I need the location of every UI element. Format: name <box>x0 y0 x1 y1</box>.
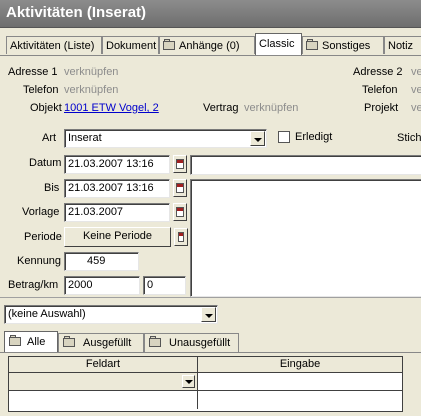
adresse1-label: Adresse 1 <box>8 66 58 78</box>
table-row-eingabe-cell[interactable] <box>198 373 402 391</box>
folder-icon <box>163 39 175 50</box>
calendar-icon <box>176 183 184 193</box>
km-field[interactable]: 0 <box>143 276 186 295</box>
tab-label: Anhänge (0) <box>179 40 240 52</box>
projekt-label: Projekt <box>364 102 399 114</box>
betrag-label: Betrag/km <box>8 279 59 291</box>
notes-textarea[interactable] <box>190 179 421 297</box>
telefon1-label: Telefon <box>23 84 59 96</box>
objekt-link[interactable]: 1001 ETW Vogel, 2 <box>64 102 159 114</box>
tab-aktivitaeten-liste[interactable]: Aktivitäten (Liste) <box>6 36 102 54</box>
tab-label: Classic <box>259 38 295 50</box>
stich-label: Stich <box>397 132 421 144</box>
tab-dokument[interactable]: Dokument <box>102 36 159 54</box>
folder-icon <box>149 336 161 347</box>
bis-calendar-button[interactable] <box>173 179 187 197</box>
field-grid: Feldart Eingabe <box>8 356 403 412</box>
art-select[interactable]: Inserat <box>64 129 267 148</box>
chevron-down-icon[interactable] <box>182 375 195 388</box>
vertrag-link[interactable]: verknüpfen <box>244 102 298 114</box>
folder-icon <box>63 336 75 347</box>
periode-label: Periode <box>24 231 62 243</box>
section-divider <box>0 297 421 298</box>
adresse2-link[interactable]: ve <box>411 66 421 78</box>
objekt-label: Objekt <box>30 102 62 114</box>
vorlage-calendar-button[interactable] <box>173 203 187 221</box>
adresse1-link[interactable]: verknüpfen <box>64 66 118 78</box>
table-row-feldart-cell[interactable] <box>9 391 198 409</box>
calendar-icon <box>176 207 184 217</box>
tab-alle[interactable]: Alle <box>4 331 58 353</box>
auswahl-value: (keine Auswahl) <box>8 308 86 320</box>
tab-divider <box>0 55 421 56</box>
stichwort-field[interactable] <box>190 155 421 175</box>
datum-field[interactable]: 21.03.2007 13:16 <box>64 155 170 174</box>
window-title: Aktivitäten (Inserat) <box>6 4 147 21</box>
column-header-eingabe[interactable]: Eingabe <box>198 357 402 373</box>
table-row-feldart-cell[interactable] <box>9 373 198 391</box>
folder-icon <box>9 335 21 346</box>
tab-label: Notiz <box>388 40 414 52</box>
tab-unausgefuellt[interactable]: Unausgefüllt <box>144 333 239 353</box>
tab-label: Alle <box>27 336 46 348</box>
adresse2-label: Adresse 2 <box>353 66 403 78</box>
bis-field[interactable]: 21.03.2007 13:16 <box>64 179 170 198</box>
chevron-down-icon[interactable] <box>250 131 265 146</box>
datum-calendar-button[interactable] <box>173 155 187 173</box>
vorlage-label: Vorlage <box>22 206 60 218</box>
erledigt-label: Erledigt <box>295 131 333 143</box>
telefon2-label: Telefon <box>362 84 398 96</box>
vertrag-label: Vertrag <box>203 102 239 114</box>
tab-sonstiges[interactable]: Sonstiges <box>302 36 384 54</box>
tab-anhaenge[interactable]: Anhänge (0) <box>159 36 255 54</box>
tab-label: Sonstiges <box>322 40 371 52</box>
bis-label: Bis <box>44 182 60 194</box>
erledigt-checkbox[interactable] <box>278 131 290 143</box>
vorlage-field[interactable]: 21.03.2007 <box>64 203 170 222</box>
tab-label: Ausgefüllt <box>83 337 132 349</box>
datum-label: Datum <box>29 157 62 169</box>
art-value: Inserat <box>68 132 102 144</box>
auswahl-select[interactable]: (keine Auswahl) <box>4 305 218 324</box>
title-bar: Aktivitäten (Inserat) <box>0 0 421 28</box>
art-label: Art <box>42 132 57 144</box>
calendar-icon <box>176 159 184 169</box>
tab-label: Dokument <box>106 40 157 52</box>
calendar-icon <box>178 232 184 242</box>
tab-classic[interactable]: Classic <box>255 33 302 55</box>
folder-icon <box>306 39 318 50</box>
projekt-link[interactable]: ve <box>411 102 421 114</box>
kennung-label: Kennung <box>17 255 62 267</box>
kennung-field[interactable]: 459 <box>64 252 139 271</box>
tab-label: Aktivitäten (Liste) <box>10 40 95 52</box>
chevron-down-icon[interactable] <box>201 307 216 322</box>
column-header-feldart[interactable]: Feldart <box>9 357 198 373</box>
lower-tab-divider <box>0 352 421 353</box>
tab-strip: Aktivitäten (Liste) Dokument Anhänge (0)… <box>0 30 421 56</box>
betrag-field[interactable]: 2000 <box>64 276 140 295</box>
telefon2-link[interactable]: ve <box>411 84 421 96</box>
tab-notiz[interactable]: Notiz <box>384 36 421 54</box>
table-row-eingabe-cell[interactable] <box>198 391 402 409</box>
tab-label: Unausgefüllt <box>169 337 231 349</box>
tab-ausgefuellt[interactable]: Ausgefüllt <box>58 333 144 353</box>
periode-options-button[interactable] <box>174 228 188 246</box>
periode-button[interactable]: Keine Periode <box>64 227 171 247</box>
telefon1-link[interactable]: verknüpfen <box>64 84 118 96</box>
